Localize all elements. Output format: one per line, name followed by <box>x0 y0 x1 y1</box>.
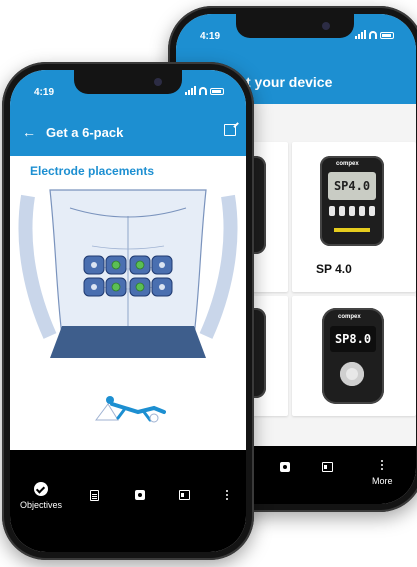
device-card-sp40[interactable]: compex SP4.0 SP 4.0 <box>292 142 416 292</box>
device-button <box>339 206 345 216</box>
camera-icon <box>154 78 162 86</box>
external-link-icon[interactable] <box>224 124 236 136</box>
electrodes <box>83 255 173 297</box>
nav-objectives-label: Objectives <box>19 500 63 510</box>
check-circle-icon <box>34 482 48 496</box>
nav-more[interactable]: More <box>372 460 393 486</box>
card-icon <box>178 490 190 500</box>
notch <box>236 14 354 38</box>
device-button <box>349 206 355 216</box>
back-arrow-icon[interactable]: ← <box>22 124 36 140</box>
battery-icon <box>380 32 394 39</box>
notch <box>74 70 182 94</box>
device-icon <box>135 490 145 500</box>
device-card-sp80[interactable]: compex SP8.0 <box>292 296 416 416</box>
nav-card[interactable] <box>178 490 190 500</box>
device-dial <box>340 362 364 386</box>
nav-clipboard[interactable] <box>88 490 100 501</box>
bottom-nav: Objectives <box>10 450 246 552</box>
front-phone-screen: 4:19 ← Get a 6-pack Electrode placements <box>10 70 246 552</box>
status-time: 4:19 <box>34 87 55 98</box>
device-image: compex SP8.0 <box>322 308 384 404</box>
brand-logo: compex <box>338 314 361 320</box>
device-display: SP8.0 <box>330 326 376 352</box>
nav-more[interactable] <box>224 490 230 496</box>
nav-objectives[interactable]: Objectives <box>18 482 64 510</box>
device-button <box>369 206 375 216</box>
device-button <box>329 206 335 216</box>
battery-icon <box>210 88 224 95</box>
device-image: compex SP4.0 <box>320 156 384 246</box>
page-title: t your device <box>246 74 333 90</box>
more-vertical-icon <box>381 464 384 466</box>
device-button <box>359 206 365 216</box>
page-title: Get a 6-pack <box>46 125 124 140</box>
device-name: SP 4.0 <box>316 262 352 276</box>
nav-device[interactable] <box>134 490 146 500</box>
electrode-placement-illustration <box>10 186 246 358</box>
nav-more-label: More <box>372 476 393 486</box>
brand-logo: compex <box>336 161 359 167</box>
status-icons <box>185 86 224 95</box>
device-display: SP4.0 <box>328 172 376 200</box>
wifi-icon <box>199 87 207 95</box>
reclining-position-icon <box>95 396 166 423</box>
device-icon <box>280 462 290 472</box>
camera-icon <box>322 22 330 30</box>
nav-card[interactable] <box>322 462 333 472</box>
status-time: 4:19 <box>200 31 221 42</box>
card-icon <box>322 462 333 472</box>
signal-icon <box>185 86 196 95</box>
section-title: Electrode placements <box>30 164 155 178</box>
clipboard-icon <box>89 490 99 501</box>
signal-icon <box>355 30 366 39</box>
front-phone: 4:19 ← Get a 6-pack Electrode placements <box>2 62 254 560</box>
wifi-icon <box>369 31 377 39</box>
status-icons <box>355 30 394 39</box>
device-accent-strip <box>334 228 370 232</box>
nav-device[interactable] <box>280 462 290 472</box>
more-vertical-icon <box>226 494 228 496</box>
